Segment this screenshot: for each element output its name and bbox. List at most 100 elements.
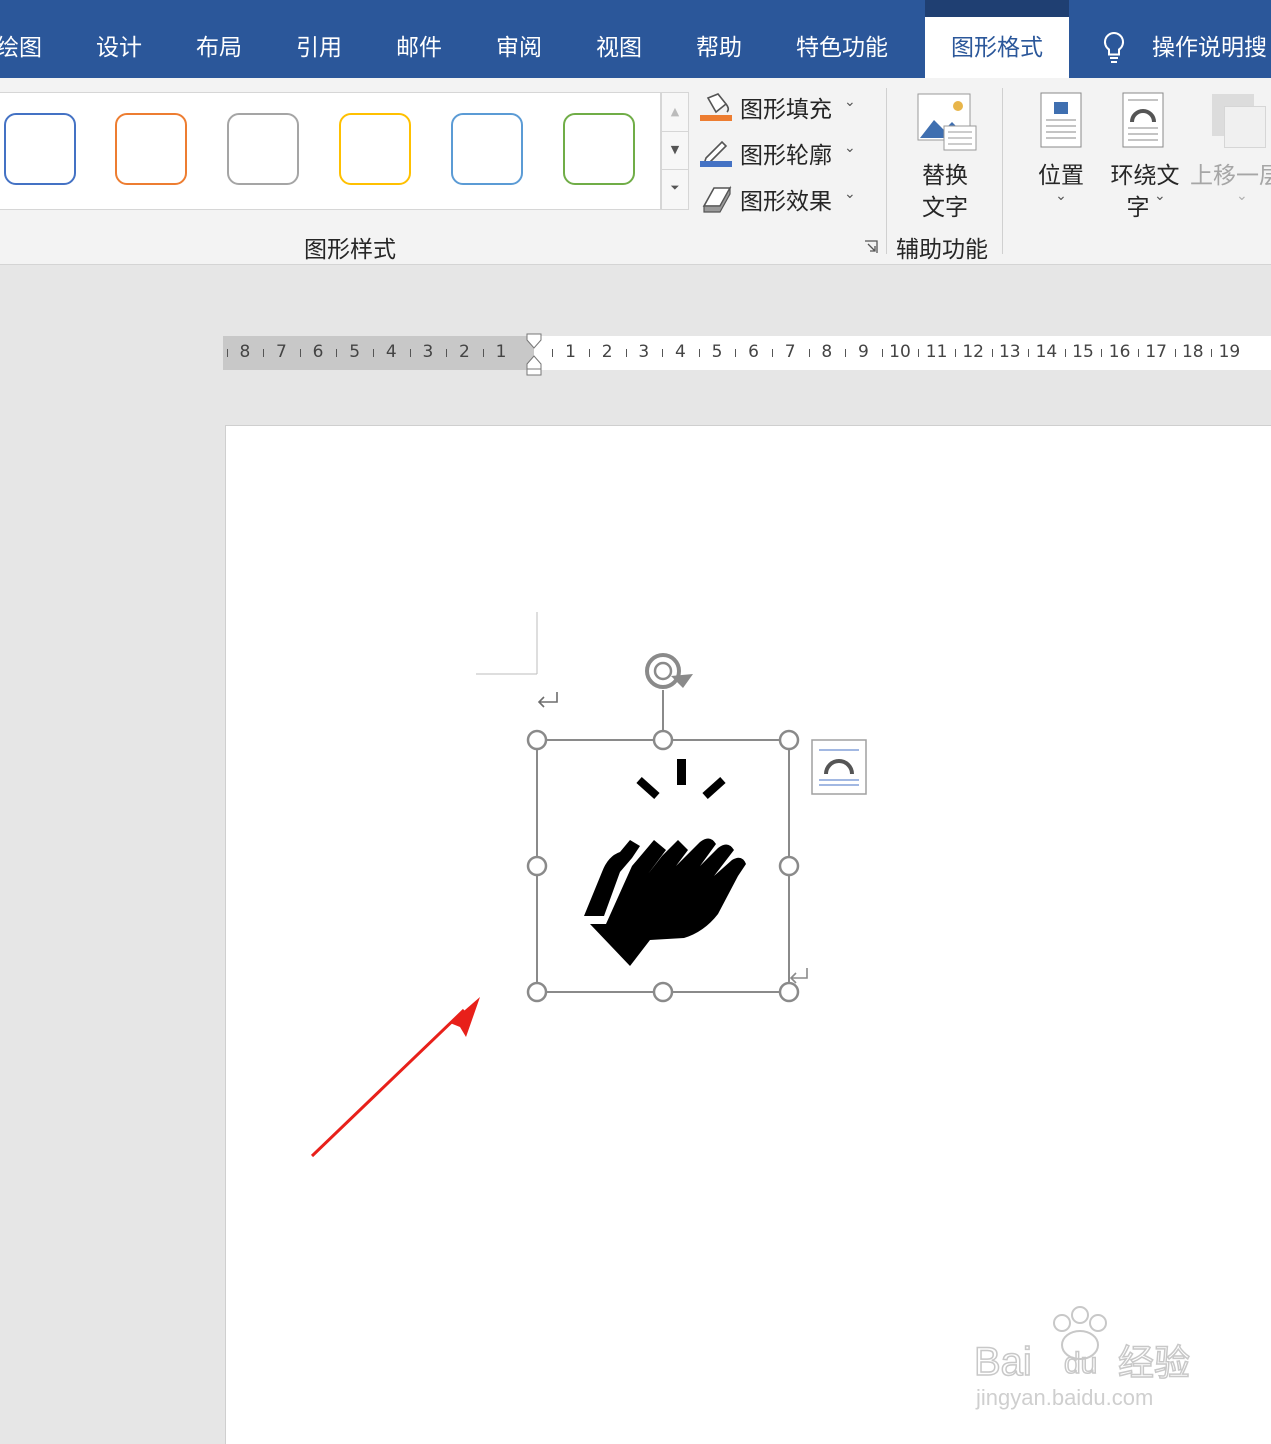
shape-style-blue[interactable]	[4, 113, 76, 185]
tab-shape-format[interactable]: 图形格式	[925, 0, 1069, 78]
svg-text:du: du	[1064, 1347, 1097, 1380]
ruler-number: 7	[784, 342, 796, 362]
ruler-number: 12	[962, 342, 985, 362]
ruler-number: 8	[239, 342, 251, 362]
ruler-tick	[1211, 349, 1213, 357]
shape-style-gray[interactable]	[227, 113, 299, 185]
bring-forward-button[interactable]: 上移一层 ⌄	[1190, 92, 1271, 222]
alt-text-button[interactable]: 替换 文字	[906, 92, 984, 222]
lightbulb-icon[interactable]	[1101, 30, 1127, 66]
ruler-number: 13	[998, 342, 1021, 362]
shape-styles-gallery	[0, 92, 661, 210]
tab-help[interactable]: 帮助	[696, 0, 742, 78]
shape-style-green[interactable]	[563, 113, 635, 185]
ruler-number: 8	[821, 342, 833, 362]
anchor-mark-icon	[789, 968, 808, 984]
layout-options-button[interactable]	[811, 739, 867, 795]
ruler-tick	[735, 349, 737, 357]
chevron-down-icon: ⌄	[844, 140, 856, 156]
ruler-tick	[918, 349, 920, 357]
tab-layout[interactable]: 布局	[196, 0, 242, 78]
group-separator	[886, 88, 887, 254]
position-icon	[1040, 92, 1082, 148]
document-page[interactable]	[225, 425, 1271, 1444]
gallery-more-icon[interactable]: ⏷	[662, 169, 688, 207]
ruler-tick	[226, 349, 228, 357]
tab-draw[interactable]: 绘图	[0, 0, 42, 78]
ruler-tick	[1174, 349, 1176, 357]
ruler-tick	[954, 349, 956, 357]
ruler-tick	[991, 349, 993, 357]
chevron-down-icon: ⌄	[1154, 188, 1166, 204]
text-boundary-corner	[476, 612, 538, 675]
tab-special-features[interactable]: 特色功能	[796, 0, 888, 78]
baidu-watermark-logo: Bai du 经验 jingyan.baidu.com	[973, 1306, 1191, 1410]
ruler-number: 5	[711, 342, 723, 362]
shape-effects-icon	[702, 185, 732, 213]
ruler-tick	[372, 349, 374, 357]
horizontal-ruler[interactable]: 8 7 6 5 4 3 2 1 1 2 3 4 5 6 7 8 9 10 11 12 13 14 15 16 17 18 19	[223, 333, 1271, 376]
dialog-launcher-icon[interactable]	[864, 240, 878, 254]
ruler-tick	[409, 349, 411, 357]
ruler-number: 15	[1072, 342, 1094, 362]
ruler-tick	[808, 349, 810, 357]
chevron-down-icon: ⌄	[844, 94, 856, 110]
ruler-tick	[1064, 349, 1066, 357]
accessibility-group-label: 辅助功能	[896, 237, 988, 263]
shape-style-lightblue[interactable]	[451, 113, 523, 185]
tab-design[interactable]: 设计	[96, 0, 142, 78]
svg-text:经验: 经验	[1118, 1343, 1190, 1384]
ruler-tick	[771, 349, 773, 357]
ruler-tick	[482, 349, 484, 357]
ruler-number: 7	[276, 342, 287, 362]
ribbon-tab-bar: 绘图 设计 布局 引用 邮件 审阅 视图 帮助 特色功能 图形格式 操作说明搜	[0, 0, 1271, 78]
ruler-tick	[263, 349, 265, 357]
ruler-number: 16	[1108, 342, 1131, 362]
gallery-scroll-down-icon[interactable]: ▼	[662, 131, 688, 170]
ruler-tick	[446, 349, 448, 357]
ruler-number: 9	[857, 342, 869, 362]
alt-text-icon	[917, 93, 977, 151]
chevron-down-icon: ⌄	[844, 186, 856, 202]
page-canvas	[310, 612, 867, 1158]
chevron-down-icon: ⌄	[1236, 188, 1248, 204]
ruler-tick	[1101, 349, 1103, 357]
tab-mailings[interactable]: 邮件	[396, 0, 442, 78]
indent-marker-icon[interactable]	[525, 332, 543, 376]
group-separator	[1002, 88, 1003, 254]
ruler-tick	[662, 349, 664, 357]
ruler-number: 2	[601, 342, 613, 362]
ribbon-panel: ▲ ▼ ⏷ 图形填充 ⌄ 图形轮廓 ⌄ 图形效果 ⌄ 图形样式 替换 文字 辅助…	[0, 78, 1271, 265]
gallery-scroll-up-icon[interactable]: ▲	[662, 93, 688, 132]
shape-style-gold[interactable]	[339, 113, 411, 185]
shape-style-orange[interactable]	[115, 113, 187, 185]
ruler-number: 1	[495, 342, 507, 362]
chevron-down-icon: ⌄	[1055, 188, 1067, 204]
ruler-number: 19	[1218, 342, 1241, 362]
tab-review[interactable]: 审阅	[496, 0, 542, 78]
clapping-hands-icon[interactable]	[584, 759, 746, 966]
tab-references[interactable]: 引用	[296, 0, 342, 78]
tell-me-search[interactable]: 操作说明搜	[1152, 0, 1267, 78]
ruler-left-margin	[223, 336, 534, 370]
rotate-handle-icon[interactable]	[645, 653, 693, 740]
wrap-text-button[interactable]: 环绕文 字 ⌄	[1108, 92, 1182, 222]
ruler-tick	[625, 349, 627, 357]
ruler-number: 18	[1181, 342, 1204, 362]
ruler-tick	[552, 349, 554, 357]
ruler-tick	[299, 349, 301, 357]
position-button[interactable]: 位置 ⌄	[1030, 92, 1092, 222]
paint-bucket-icon	[700, 93, 732, 121]
ruler-number: 3	[422, 342, 434, 362]
paragraph-mark-icon	[537, 692, 558, 708]
ruler-tick	[845, 349, 847, 357]
ruler-number: 4	[674, 342, 686, 362]
ruler-number: 6	[312, 342, 324, 362]
wrap-text-icon	[1122, 92, 1164, 148]
ruler-tick	[698, 349, 700, 357]
ruler-number: 4	[385, 342, 397, 362]
tab-view[interactable]: 视图	[596, 0, 642, 78]
gallery-scrollbar: ▲ ▼ ⏷	[661, 92, 689, 210]
pen-outline-icon	[700, 140, 732, 167]
ruler-number: 6	[748, 342, 760, 362]
